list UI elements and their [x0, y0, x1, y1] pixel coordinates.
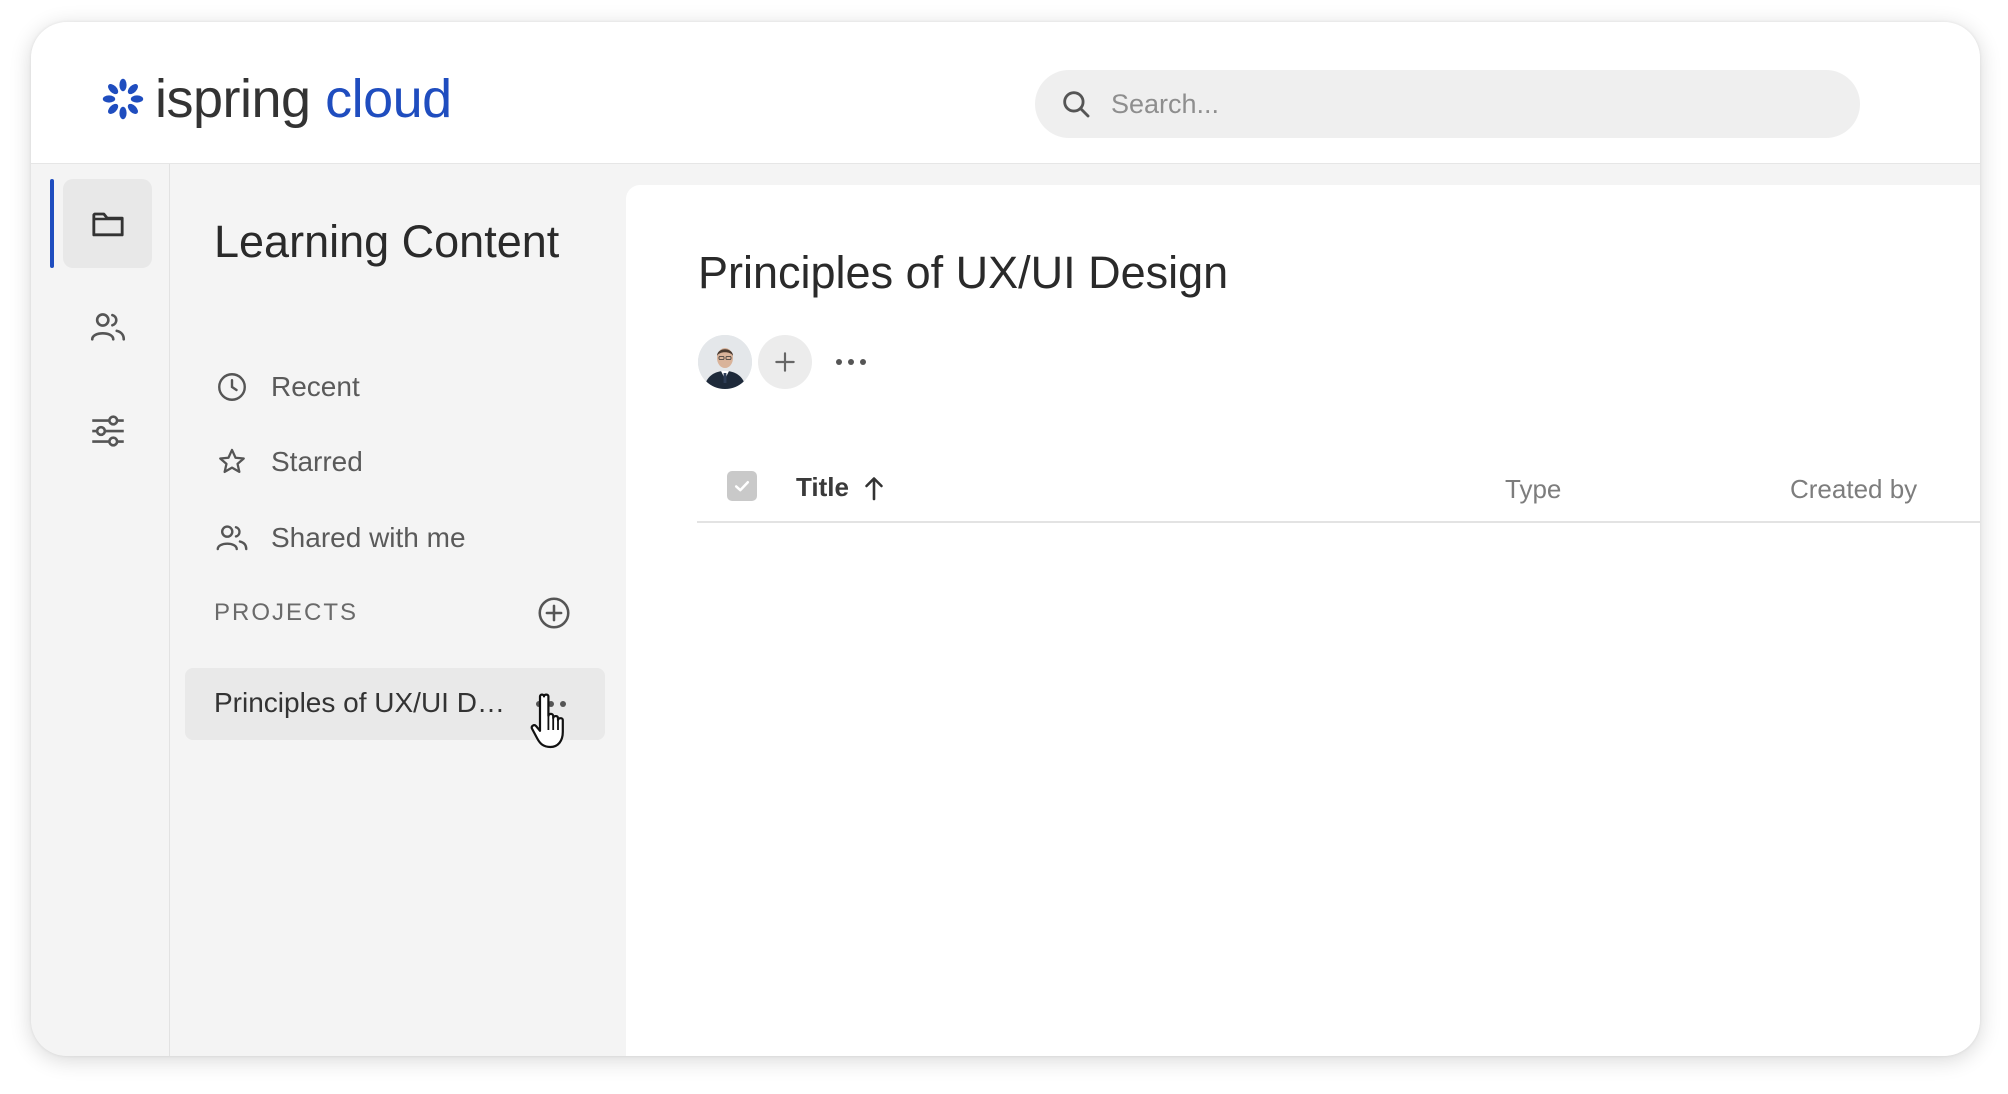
column-header-created-by[interactable]: Created by	[1790, 474, 1917, 505]
table-header: Title Type Created by	[697, 453, 1980, 523]
sliders-icon	[91, 414, 124, 447]
clock-icon	[213, 368, 251, 406]
top-header: ispring cloud	[31, 22, 1980, 164]
select-all-checkbox[interactable]	[727, 471, 757, 501]
icon-rail	[31, 164, 170, 1056]
sidebar-item-starred[interactable]: Starred	[213, 437, 363, 487]
app-window: ispring cloud Search... Learning Content…	[31, 22, 1980, 1056]
user-avatar-icon	[698, 335, 752, 389]
more-actions-button[interactable]	[826, 342, 876, 382]
projects-section-label: PROJECTS	[214, 599, 359, 626]
folder-icon	[91, 212, 124, 236]
column-header-title[interactable]: Title	[796, 472, 885, 503]
rail-item-users[interactable]	[63, 282, 152, 371]
avatar[interactable]	[698, 335, 752, 389]
rail-item-content[interactable]	[63, 179, 152, 268]
column-header-title-label: Title	[796, 472, 849, 502]
search-bar[interactable]	[1035, 70, 1860, 138]
add-member-button[interactable]	[758, 335, 812, 389]
project-item[interactable]: Principles of UX/UI Design	[185, 668, 605, 740]
more-horizontal-icon	[536, 701, 566, 707]
star-icon	[213, 443, 251, 481]
sort-ascending-icon	[863, 475, 885, 501]
plus-icon	[775, 352, 795, 372]
plus-circle-icon	[538, 597, 570, 629]
rail-active-indicator	[50, 179, 54, 268]
search-icon	[1063, 91, 1090, 118]
sidebar-item-recent[interactable]: Recent	[213, 362, 360, 412]
column-header-type[interactable]: Type	[1505, 474, 1561, 505]
shared-users-icon	[213, 519, 251, 557]
logo-wordmark: ispring cloud	[155, 72, 452, 126]
add-project-button[interactable]	[534, 593, 574, 633]
ispring-asterisk-logo-icon	[102, 78, 144, 120]
checkmark-icon	[734, 481, 750, 492]
sidebar-item-label: Recent	[271, 371, 360, 402]
sidebar-title: Learning Content	[214, 216, 560, 267]
sidebar-item-shared-with-me[interactable]: Shared with me	[213, 513, 466, 563]
rail-item-settings[interactable]	[63, 386, 152, 475]
project-item-label: Principles of UX/UI Design	[214, 687, 509, 718]
logo-ispring-text: ispring	[155, 69, 311, 129]
sidebar-item-label: Starred	[271, 446, 363, 477]
page-title: Principles of UX/UI Design	[698, 247, 1229, 298]
search-input[interactable]	[1109, 87, 1809, 121]
ispring-cloud-logo[interactable]: ispring cloud	[101, 70, 452, 128]
content-sidebar: Learning Content Recent Starred Shared w…	[171, 164, 646, 1056]
logo-cloud-text: cloud	[325, 69, 452, 129]
project-more-button[interactable]	[528, 684, 574, 724]
sidebar-item-label: Shared with me	[271, 522, 466, 553]
users-icon	[90, 312, 125, 341]
main-content: Principles of UX/UI Design Title Type Cr…	[626, 185, 1980, 1056]
more-horizontal-icon	[836, 359, 866, 365]
